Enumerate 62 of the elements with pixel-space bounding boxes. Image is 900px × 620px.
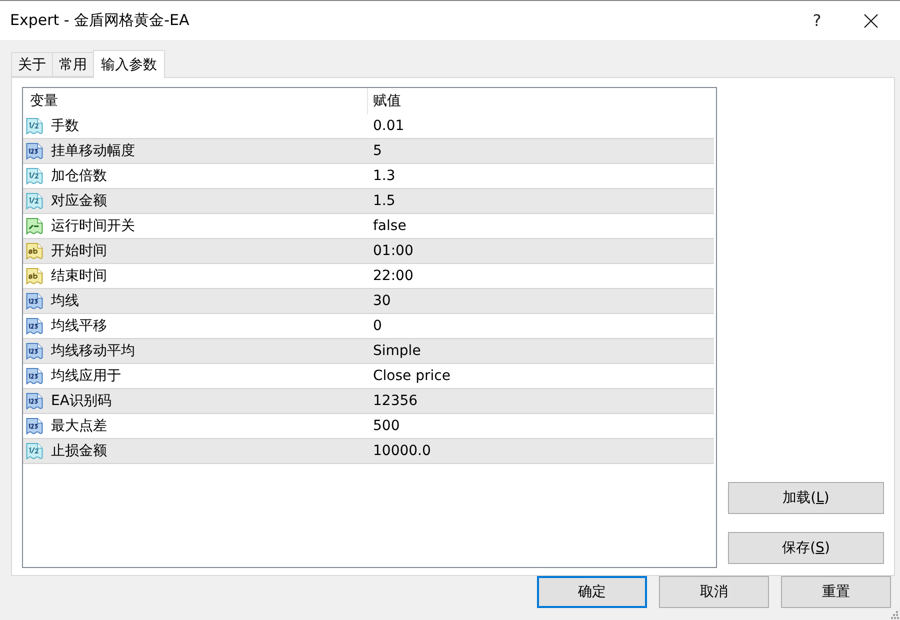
variable-name: 加仓倍数	[51, 167, 107, 185]
fraction-icon	[26, 168, 43, 184]
number-icon	[26, 392, 43, 410]
number-icon	[26, 418, 43, 434]
cancel-button[interactable]: 取消	[659, 576, 769, 608]
fraction-icon	[26, 118, 43, 134]
close-icon[interactable]	[864, 14, 878, 28]
variable-value: 30	[372, 293, 391, 309]
variable-name: 均线平移	[51, 317, 107, 335]
table-row[interactable]: 对应金额 1.5	[23, 189, 714, 214]
variable-name: 均线应用于	[51, 367, 121, 385]
text-icon	[26, 242, 43, 260]
variable-value: 0	[372, 318, 382, 334]
variable-value: 01:00	[372, 243, 414, 259]
load-button[interactable]: 加载(L)	[728, 482, 884, 514]
ok-button[interactable]: 确定	[537, 576, 647, 608]
window-title: Expert - 金盾网格黄金-EA	[10, 11, 190, 30]
variable-name: 止损金额	[51, 442, 107, 460]
save-button[interactable]: 保存(S)	[728, 532, 884, 564]
table-row[interactable]: 均线移动平均 Simple	[23, 339, 714, 364]
variable-name: 结束时间	[51, 267, 107, 285]
variable-name: 开始时间	[51, 242, 107, 260]
fraction-icon	[26, 192, 43, 210]
variable-name: 手数	[51, 117, 79, 135]
number-icon	[26, 342, 43, 360]
variable-value: Simple	[372, 343, 421, 359]
column-header: 赋值	[372, 92, 402, 111]
variable-name: EA识别码	[51, 392, 112, 410]
number-icon	[26, 142, 43, 160]
variable-name: 最大点差	[51, 417, 107, 435]
table-row[interactable]: EA识别码 12356	[23, 389, 714, 414]
variable-value: 0.01	[372, 118, 404, 134]
variable-value: 22:00	[372, 268, 414, 284]
switch-line-icon	[26, 218, 43, 234]
variable-value: false	[372, 218, 406, 234]
variable-value: 1.3	[372, 168, 396, 184]
variable-name: 运行时间开关	[51, 217, 135, 235]
table-row[interactable]: 均线 30	[23, 289, 714, 314]
number-icon	[26, 368, 43, 384]
resize-grip-icon[interactable]	[891, 611, 899, 619]
number-icon	[26, 318, 43, 334]
variable-value: 12356	[372, 393, 418, 409]
table-row[interactable]: 开始时间 01:00	[23, 239, 714, 264]
variable-value: 5	[372, 143, 382, 159]
tab[interactable]: 常用	[52, 52, 94, 77]
text-icon	[26, 268, 43, 284]
table-row[interactable]: 止损金额 10000.0	[23, 439, 714, 464]
variable-value: 1.5	[372, 193, 396, 209]
tab[interactable]: 关于	[11, 52, 53, 77]
reset-button[interactable]: 重置	[781, 576, 891, 608]
variable-value: 500	[372, 418, 400, 434]
variable-value: Close price	[372, 368, 450, 384]
table-row[interactable]: 挂单移动幅度 5	[23, 139, 714, 164]
help-button[interactable]: ?	[807, 11, 827, 30]
number-icon	[26, 292, 43, 310]
fraction-icon	[26, 442, 43, 460]
variable-name: 均线移动平均	[51, 342, 135, 360]
variable-name: 对应金额	[51, 192, 107, 210]
tab[interactable]: 输入参数	[93, 50, 165, 78]
variable-name: 挂单移动幅度	[51, 142, 135, 160]
variable-name: 均线	[51, 292, 79, 310]
variable-value: 10000.0	[372, 443, 431, 459]
